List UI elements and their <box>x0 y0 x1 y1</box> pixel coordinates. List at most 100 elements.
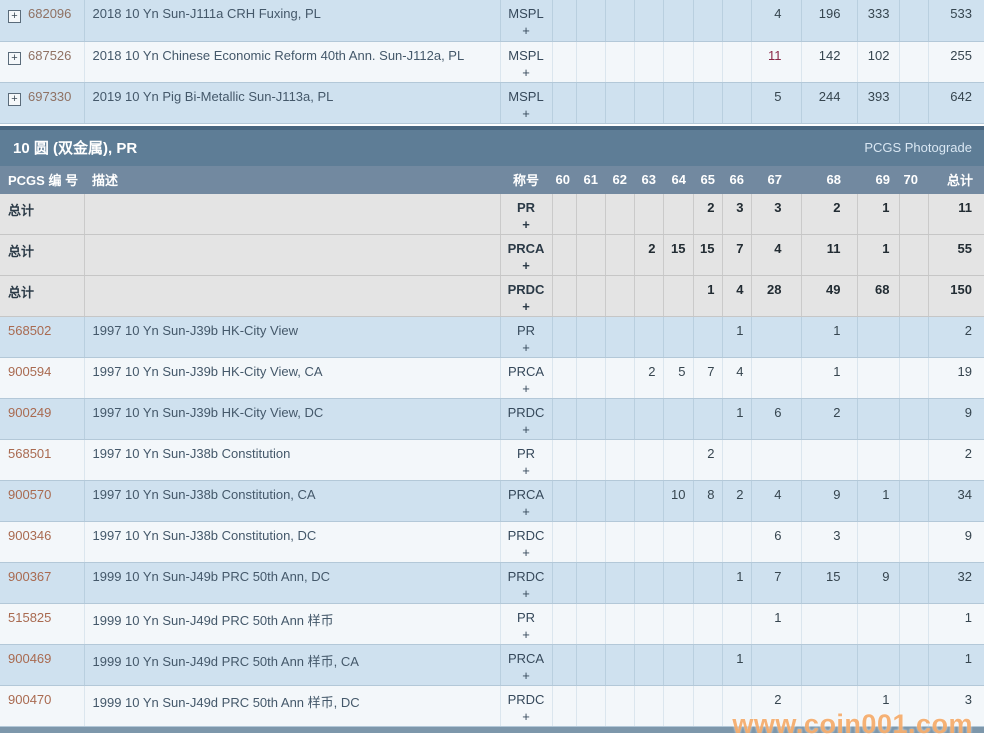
grade-60-cell <box>552 686 576 727</box>
description-cell <box>84 194 500 235</box>
grade-66-cell <box>722 82 751 123</box>
pcgs-number-link[interactable]: 687526 <box>28 48 71 63</box>
designation-cell: PRCA+ <box>500 481 552 522</box>
grade-62-cell <box>605 194 634 235</box>
totals-row: 总计PRCA+215157411155 <box>0 235 984 276</box>
grade-62-cell <box>605 358 634 399</box>
grade-68-cell <box>801 645 857 686</box>
grade-67-cell: 4 <box>751 481 801 522</box>
total-cell: 32 <box>928 563 984 604</box>
table-row: 900570 1997 10 Yn Sun-J38b Constitution, … <box>0 481 984 522</box>
grade-64-header: 64 <box>663 166 693 194</box>
grade-62-cell <box>605 563 634 604</box>
grade-63-cell <box>634 645 663 686</box>
grade-62-cell <box>605 0 634 41</box>
grade-63-cell <box>634 194 663 235</box>
description-cell: 1997 10 Yn Sun-J38b Constitution, CA <box>84 481 500 522</box>
grade-70-cell <box>899 645 928 686</box>
grade-67-cell: 4 <box>751 0 801 41</box>
grade-63-cell: 2 <box>634 235 663 276</box>
grade-61-cell <box>576 645 605 686</box>
pcgs-number-link[interactable]: 682096 <box>28 6 71 21</box>
grade-64-cell <box>663 0 693 41</box>
pcgs-number-cell: 900249 <box>0 399 84 440</box>
grade-67-cell <box>751 358 801 399</box>
grade-68-cell: 1 <box>801 317 857 358</box>
grade-64-cell <box>663 440 693 481</box>
description-cell: 1999 10 Yn Sun-J49d PRC 50th Ann 样币, CA <box>84 645 500 686</box>
grade-60-cell <box>552 522 576 563</box>
grade-66-cell: 4 <box>722 276 751 317</box>
grade-69-cell <box>857 522 899 563</box>
grade-65-cell: 2 <box>693 440 722 481</box>
grade-68-cell: 9 <box>801 481 857 522</box>
grade-63-cell <box>634 399 663 440</box>
pcgs-number-link[interactable]: 568501 <box>8 446 51 461</box>
photograde-link[interactable]: PCGS Photograde <box>864 140 972 155</box>
designation-plus: + <box>501 105 552 122</box>
designation-cell: PRDC+ <box>500 276 552 317</box>
pcgs-number-link[interactable]: 900346 <box>8 528 51 543</box>
total-cell: 1 <box>928 645 984 686</box>
designation-cell: PRDC+ <box>500 399 552 440</box>
expand-icon[interactable]: + <box>8 93 21 106</box>
designation-label: MSPL <box>501 88 552 105</box>
grade-60-cell <box>552 317 576 358</box>
grade-67-cell: 11 <box>751 41 801 82</box>
table-row: 9005941997 10 Yn Sun-J39b HK-City View, … <box>0 358 984 399</box>
designation-cell: PR+ <box>500 317 552 358</box>
grade-61-cell <box>576 440 605 481</box>
designation-label: PR <box>501 445 552 462</box>
grade-60-cell <box>552 41 576 82</box>
grade-67-cell <box>751 440 801 481</box>
table-row: 900367 1999 10 Yn Sun-J49b PRC 50th Ann, … <box>0 563 984 604</box>
grade-68-cell <box>801 440 857 481</box>
grade-66-cell <box>722 686 751 727</box>
designation-plus: + <box>501 339 552 356</box>
grade-61-cell <box>576 481 605 522</box>
table-row: +6820962018 10 Yn Sun-J111a CRH Fuxing, … <box>0 0 984 41</box>
pcgs-number-link[interactable]: 568502 <box>8 323 51 338</box>
pcgs-number-link[interactable]: 900249 <box>8 405 51 420</box>
designation-cell: MSPL+ <box>500 82 552 123</box>
grade-69-cell: 1 <box>857 194 899 235</box>
designation-plus: + <box>501 667 552 684</box>
pcgs-number-link[interactable]: 900470 <box>8 692 51 707</box>
grade-66-cell: 3 <box>722 194 751 235</box>
pcgs-number-link[interactable]: 515825 <box>8 610 51 625</box>
total-cell: 255 <box>928 41 984 82</box>
expand-icon[interactable]: + <box>8 52 21 65</box>
grade-68-cell: 244 <box>801 82 857 123</box>
section-title: 10 圆 (双金属), PR <box>13 137 137 158</box>
expand-icon[interactable]: + <box>8 10 21 23</box>
description-cell: 1999 10 Yn Sun-J49b PRC 50th Ann, DC <box>84 563 500 604</box>
grade-70-cell <box>899 358 928 399</box>
grade-61-cell <box>576 41 605 82</box>
designation-plus: + <box>501 298 552 315</box>
pcgs-number-link[interactable]: 697330 <box>28 89 71 104</box>
grade-70-cell <box>899 481 928 522</box>
grade-63-cell <box>634 276 663 317</box>
grade-64-cell: 15 <box>663 235 693 276</box>
grade-61-header: 61 <box>576 166 605 194</box>
grade-67-cell: 1 <box>751 604 801 645</box>
pcgs-number-link[interactable]: 900367 <box>8 569 51 584</box>
grade-62-cell <box>605 399 634 440</box>
grade-64-cell <box>663 686 693 727</box>
grade-70-cell <box>899 317 928 358</box>
grade-70-cell <box>899 686 928 727</box>
table-row: 9004701999 10 Yn Sun-J49d PRC 50th Ann 样… <box>0 686 984 727</box>
pcgs-number-link[interactable]: 900570 <box>8 487 51 502</box>
total-cell: 3 <box>928 686 984 727</box>
grade-61-cell <box>576 0 605 41</box>
grade-66-cell: 4 <box>722 358 751 399</box>
total-cell: 34 <box>928 481 984 522</box>
grade-61-cell <box>576 82 605 123</box>
designation-label: PRDC <box>501 404 552 421</box>
table-row: 9003461997 10 Yn Sun-J38b Constitution, … <box>0 522 984 563</box>
pcgs-number-link[interactable]: 900469 <box>8 651 51 666</box>
grade-70-cell <box>899 276 928 317</box>
grade-68-header: 68 <box>801 166 857 194</box>
designation-label: PRDC <box>501 691 552 708</box>
pcgs-number-link[interactable]: 900594 <box>8 364 51 379</box>
